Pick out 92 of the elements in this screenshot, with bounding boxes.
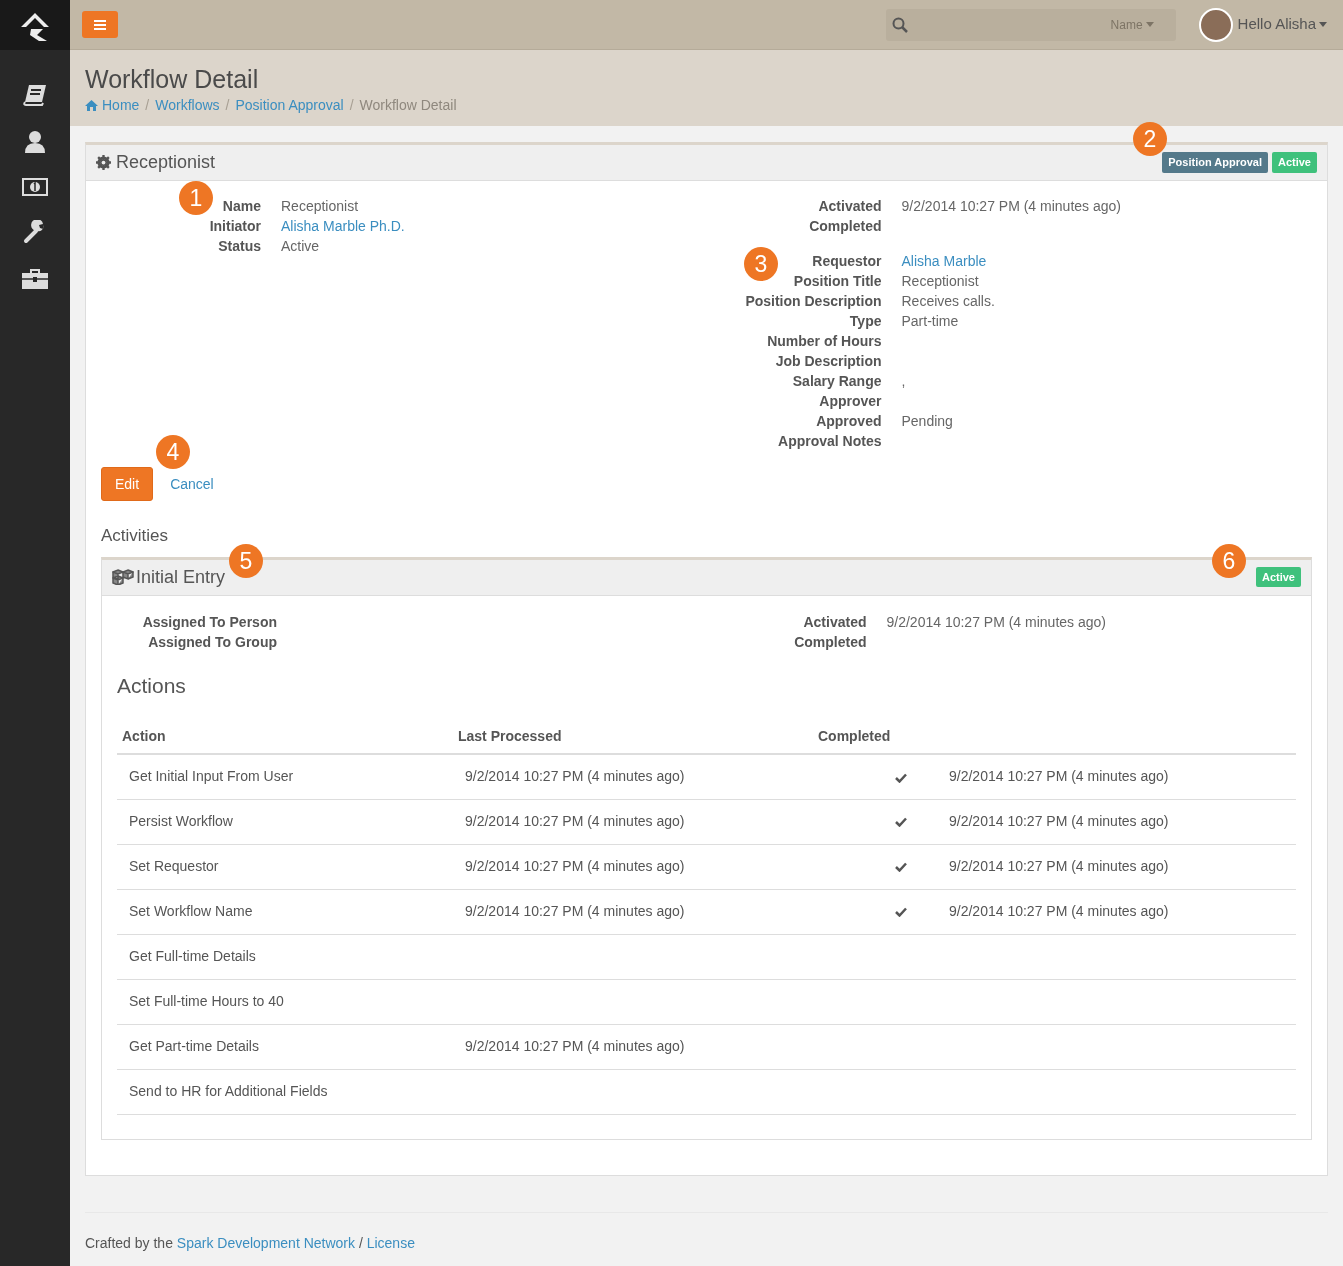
money-icon[interactable]: [22, 178, 48, 196]
field-value: 9/2/2014 10:27 PM (4 minutes ago): [901, 197, 1121, 216]
breadcrumb-item[interactable]: Workflows: [155, 95, 220, 116]
field-value: ,: [901, 372, 906, 391]
field-value: Active: [281, 237, 320, 256]
column-header: Last Processed: [458, 728, 562, 744]
footer-link[interactable]: Spark Development Network: [176, 1235, 355, 1251]
field-label: Type: [849, 313, 882, 329]
table-cell: 9/2/2014 10:27 PM (4 minutes ago): [465, 813, 685, 829]
cancel-link[interactable]: Cancel: [170, 467, 214, 501]
breadcrumb-item[interactable]: Position Approval: [235, 95, 344, 116]
edit-button[interactable]: Edit: [101, 467, 154, 501]
table-cell: 9/2/2014 10:27 PM (4 minutes ago): [465, 858, 685, 874]
table-cell: Set Full-time Hours to 40: [129, 993, 284, 1009]
section-heading: Actions: [117, 672, 187, 699]
caret-icon: [1319, 22, 1327, 27]
table-cell: Set Workflow Name: [129, 903, 253, 919]
table-cell: 9/2/2014 10:27 PM (4 minutes ago): [949, 903, 1169, 919]
callout-marker: 1: [179, 181, 213, 215]
status-badge: Position Approval: [1162, 152, 1268, 173]
status-badge: Active: [1271, 152, 1317, 173]
search-field[interactable]: Name: [885, 8, 1176, 41]
field-label: Requestor: [812, 253, 882, 269]
table-cell: 9/2/2014 10:27 PM (4 minutes ago): [949, 813, 1169, 829]
field-label: Salary Range: [792, 373, 882, 389]
field-label: Position Title: [793, 273, 882, 289]
panel-title: Receptionist: [116, 151, 216, 174]
field-label: Approval Notes: [778, 433, 882, 449]
avatar[interactable]: [1198, 7, 1233, 42]
briefcase-icon[interactable]: [22, 268, 48, 290]
table-cell: Get Full-time Details: [129, 948, 256, 964]
field-link[interactable]: Alisha Marble Ph.D.: [281, 216, 405, 236]
field-label: Activated: [803, 613, 867, 630]
table-cell: Get Initial Input From User: [129, 768, 294, 785]
table-cell: 9/2/2014 10:27 PM (4 minutes ago): [949, 768, 1169, 785]
field-value: Receives calls.: [901, 292, 995, 311]
field-label: Completed: [794, 633, 867, 650]
table-cell: Persist Workflow: [129, 813, 233, 829]
field-label: Assigned To Group: [148, 633, 277, 650]
status-badge: Active: [1255, 566, 1301, 588]
field-label: Job Description: [775, 353, 882, 369]
table-cell: Get Part-time Details: [129, 1038, 259, 1054]
book-icon[interactable]: [22, 84, 48, 106]
table-cell: 9/2/2014 10:27 PM (4 minutes ago): [465, 768, 685, 785]
callout-marker: 6: [1212, 543, 1246, 578]
table-cell: 9/2/2014 10:27 PM (4 minutes ago): [465, 1038, 685, 1054]
table-cell: Set Requestor: [129, 858, 219, 874]
table-cell: 9/2/2014 10:27 PM (4 minutes ago): [465, 903, 685, 919]
menu-button[interactable]: [82, 11, 118, 38]
field-value: Receptionist: [281, 197, 359, 216]
table-cell: 9/2/2014 10:27 PM (4 minutes ago): [949, 858, 1169, 874]
gear-icon: [96, 155, 111, 170]
footer-text: Crafted by the Spark Development Network / License: [85, 1234, 416, 1253]
callout-marker: 5: [229, 543, 263, 578]
license-link[interactable]: License: [366, 1235, 415, 1251]
field-label: Activated: [818, 198, 882, 214]
user-menu[interactable]: Hello Alisha: [1237, 13, 1327, 36]
breadcrumb-separator: /: [145, 96, 150, 115]
field-label: Name: [222, 198, 261, 214]
home-icon: [85, 100, 98, 111]
field-value: Receptionist: [901, 272, 979, 291]
field-label: Number of Hours: [767, 333, 882, 349]
field-label: Position Description: [745, 293, 882, 309]
field-label: Assigned To Person: [142, 613, 277, 630]
cubes-icon: [112, 569, 134, 585]
field-value: Part-time: [901, 312, 959, 331]
field-value: 9/2/2014 10:27 PM (4 minutes ago): [886, 612, 1106, 632]
breadcrumb-separator: /: [349, 96, 354, 115]
field-label: Status: [218, 238, 261, 254]
field-value: Pending: [901, 412, 953, 431]
field-label: Approver: [819, 393, 882, 409]
wrench-icon[interactable]: [23, 220, 47, 244]
caret-icon: [1145, 22, 1154, 27]
callout-marker: 3: [744, 247, 778, 281]
field-label: Approved: [816, 413, 882, 429]
table-cell: Send to HR for Additional Fields: [129, 1083, 328, 1099]
section-heading: Activities: [101, 525, 170, 547]
person-icon[interactable]: [24, 130, 46, 154]
field-label: Completed: [809, 218, 882, 234]
callout-marker: 4: [156, 435, 190, 469]
column-header: Action: [122, 728, 166, 744]
panel-title: Initial Entry: [136, 565, 226, 589]
search-scope-dropdown[interactable]: Name: [1110, 15, 1154, 34]
menu-icon: [94, 19, 106, 30]
search-icon: [891, 16, 908, 33]
breadcrumb-item: Workflow Detail: [359, 96, 457, 115]
column-header: Completed: [818, 728, 891, 744]
field-link[interactable]: Alisha Marble: [901, 251, 987, 271]
breadcrumb-item[interactable]: Home: [85, 95, 140, 116]
field-label: Initiator: [209, 218, 261, 234]
page-title: Workflow Detail: [85, 64, 260, 94]
breadcrumb-separator: /: [225, 96, 230, 115]
